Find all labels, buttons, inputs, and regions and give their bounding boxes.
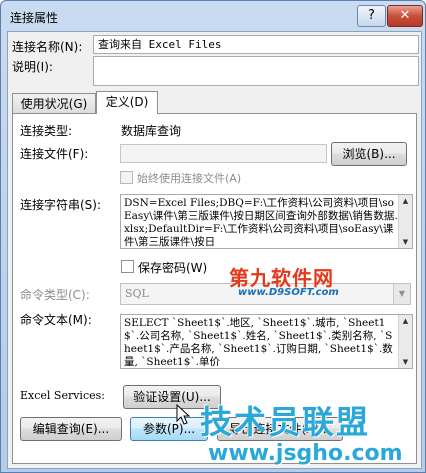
connection-string-textarea[interactable]: DSN=Excel Files;DBQ=F:\工作资料\公司资料\项目\soEa… bbox=[120, 194, 413, 249]
connection-name-label: 连接名称(N): bbox=[12, 40, 83, 54]
command-text-text: SELECT `Sheet1$`.地区, `Sheet1$`.城市, `Shee… bbox=[124, 317, 393, 368]
close-button[interactable]: ✕ bbox=[387, 5, 423, 27]
command-text-textarea[interactable]: SELECT `Sheet1$`.地区, `Sheet1$`.城市, `Shee… bbox=[120, 314, 413, 369]
description-label: 说明(I): bbox=[12, 60, 53, 74]
command-type-label: 命令类型(C): bbox=[20, 288, 90, 302]
always-use-file-label: 始终使用连接文件(A) bbox=[137, 172, 242, 185]
connection-string-scrollbar[interactable]: ▲ ▼ bbox=[398, 195, 412, 248]
edit-query-button[interactable]: 编辑查询(E)... bbox=[20, 417, 122, 441]
connection-type-value: 数据库查询 bbox=[121, 124, 182, 138]
help-button[interactable]: ? bbox=[357, 5, 386, 27]
scroll-up-icon[interactable]: ▲ bbox=[399, 315, 412, 327]
command-text-label: 命令文本(M): bbox=[20, 313, 92, 327]
scroll-down-icon[interactable]: ▼ bbox=[399, 356, 412, 368]
scroll-down-icon[interactable]: ▼ bbox=[399, 236, 412, 248]
connection-file-label: 连接文件(F): bbox=[20, 147, 89, 161]
description-input[interactable] bbox=[93, 56, 419, 86]
dialog-title: 连接属性 bbox=[10, 11, 59, 25]
chevron-down-icon: ▼ bbox=[393, 284, 410, 304]
save-password-label: 保存密码(W) bbox=[138, 261, 208, 275]
watermark-logo-jsgho: 技术员联盟 bbox=[200, 403, 371, 441]
connection-file-input[interactable] bbox=[120, 144, 327, 163]
save-password-checkbox[interactable] bbox=[121, 260, 134, 273]
watermark-url-jsgho: www.jsgho.com bbox=[208, 441, 403, 466]
tab-definition[interactable]: 定义(D) bbox=[96, 91, 158, 114]
title-bar: 连接属性 ? ✕ bbox=[1, 1, 425, 31]
scroll-up-icon[interactable]: ▲ bbox=[399, 195, 412, 207]
command-text-scrollbar[interactable]: ▲ ▼ bbox=[398, 315, 412, 368]
connection-string-text: DSN=Excel Files;DBQ=F:\工作资料\公司资料\项目\soEa… bbox=[124, 197, 398, 248]
excel-services-label: Excel Services: bbox=[20, 389, 105, 402]
connection-string-label: 连接字符串(S): bbox=[20, 198, 102, 212]
connection-type-label: 连接类型: bbox=[20, 124, 73, 138]
parameters-button[interactable]: 参数(P)... bbox=[130, 417, 208, 441]
browse-button[interactable]: 浏览(B)... bbox=[331, 142, 407, 166]
command-type-value: SQL bbox=[125, 287, 149, 300]
mouse-cursor-icon bbox=[176, 404, 191, 425]
always-use-file-checkbox[interactable] bbox=[120, 171, 133, 184]
watermark-url-d9soft: www.D9SOFT.com bbox=[238, 287, 339, 298]
tab-usage[interactable]: 使用状况(G) bbox=[12, 93, 96, 114]
connection-name-input[interactable]: 查询来自 Excel Files bbox=[93, 35, 419, 54]
